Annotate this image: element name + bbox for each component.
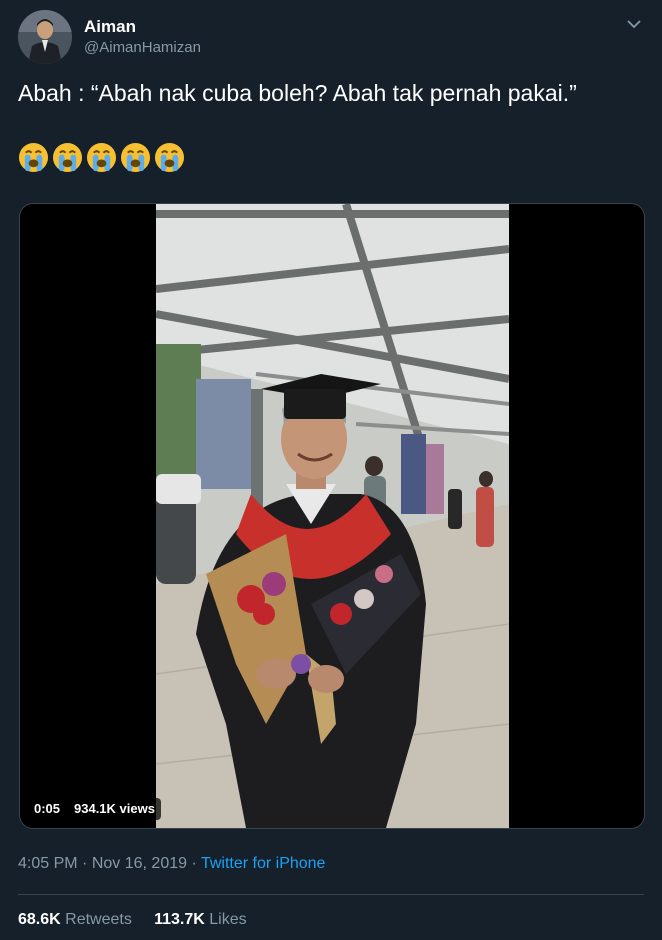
video-frame[interactable] bbox=[156, 204, 509, 828]
emoji-row bbox=[18, 142, 185, 174]
engagement-stats: 68.6K Retweets 113.7K Likes bbox=[18, 911, 247, 929]
likes-stat[interactable]: 113.7K Likes bbox=[154, 911, 247, 928]
chevron-down-icon[interactable] bbox=[624, 14, 644, 34]
video-time-badge: 0:05 bbox=[28, 798, 67, 820]
retweets-label: Retweets bbox=[65, 911, 132, 928]
tweet-time[interactable]: 4:05 PM bbox=[18, 855, 78, 872]
video-player[interactable]: 0:05 934.1K views bbox=[19, 203, 645, 829]
loudly-crying-face-icon bbox=[154, 142, 185, 173]
loudly-crying-face-icon bbox=[86, 142, 117, 173]
tweet-meta: 4:05 PM · Nov 16, 2019 · Twitter for iPh… bbox=[18, 855, 325, 873]
tweet-text: Abah : “Abah nak cuba boleh? Abah tak pe… bbox=[18, 80, 577, 106]
likes-label: Likes bbox=[209, 911, 247, 928]
tweet-date[interactable]: Nov 16, 2019 bbox=[92, 855, 187, 872]
author-handle[interactable]: @AimanHamizan bbox=[84, 39, 201, 56]
author-name[interactable]: Aiman bbox=[84, 17, 136, 37]
retweets-count: 68.6K bbox=[18, 911, 61, 928]
loudly-crying-face-icon bbox=[52, 142, 83, 173]
video-views-badge: 934.1K views bbox=[68, 798, 161, 820]
avatar[interactable] bbox=[18, 10, 72, 64]
loudly-crying-face-icon bbox=[120, 142, 151, 173]
retweets-stat[interactable]: 68.6K Retweets bbox=[18, 911, 132, 928]
meta-separator: · bbox=[191, 855, 197, 872]
meta-separator: · bbox=[82, 855, 88, 872]
divider bbox=[18, 894, 644, 895]
loudly-crying-face-icon bbox=[18, 142, 49, 173]
tweet-client-link[interactable]: Twitter for iPhone bbox=[201, 855, 326, 872]
likes-count: 113.7K bbox=[154, 911, 205, 928]
